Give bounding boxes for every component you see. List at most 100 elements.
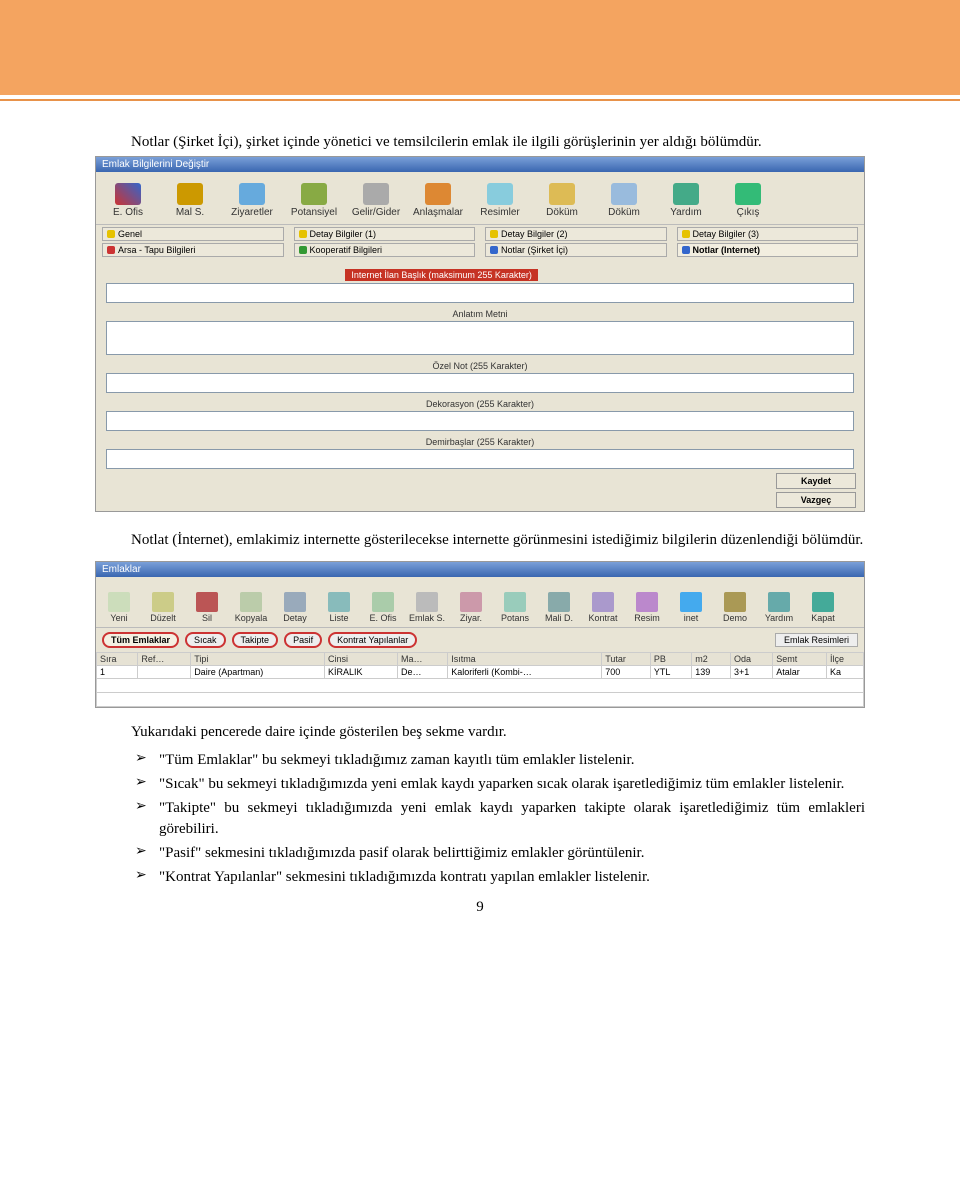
tbtn-gelirgider[interactable]: Gelir/Gider <box>346 176 406 220</box>
btn-kapat[interactable]: Kapat <box>801 581 845 623</box>
tbtn-cikis[interactable]: Çıkış <box>718 176 778 220</box>
input-dekorasyon[interactable] <box>106 411 854 431</box>
grid-blank-row <box>97 678 864 692</box>
btn-liste[interactable]: Liste <box>317 581 361 623</box>
col-ilce[interactable]: İlçe <box>826 652 863 665</box>
bullet-icon <box>299 246 307 254</box>
bullet-kontrat: "Kontrat Yapılanlar" sekmesini tıkladığı… <box>135 867 865 887</box>
tab-detay3[interactable]: Detay Bilgiler (3) <box>677 227 859 241</box>
tbtn-potansiyel[interactable]: Potansiyel <box>284 176 344 220</box>
input-ozelnot[interactable] <box>106 373 854 393</box>
bullet-icon <box>107 230 115 238</box>
col-tutar[interactable]: Tutar <box>602 652 651 665</box>
paragraph-2: Notlat (İnternet), emlakimiz internette … <box>95 530 865 550</box>
btn-emlaks[interactable]: Emlak S. <box>405 581 449 623</box>
data-grid: Sıra Ref… Tipi Cinsi Ma… Isıtma Tutar PB… <box>96 652 864 707</box>
col-isitma[interactable]: Isıtma <box>448 652 602 665</box>
tab-notlar-sirket[interactable]: Notlar (Şirket İçi) <box>485 243 667 257</box>
col-m2[interactable]: m2 <box>692 652 731 665</box>
form-panel: Internet İlan Başlık (maksimum 255 Karak… <box>96 257 864 509</box>
page-number: 9 <box>95 899 865 916</box>
col-oda[interactable]: Oda <box>731 652 773 665</box>
col-pb[interactable]: PB <box>650 652 691 665</box>
tbtn-anlasmalar[interactable]: Anlaşmalar <box>408 176 468 220</box>
yeni-icon <box>108 592 130 612</box>
btn-yeni[interactable]: Yeni <box>97 581 141 623</box>
tabs-row-2: Arsa - Tapu Bilgileri Kooperatif Bilgile… <box>96 241 864 257</box>
ftab-tumemlak[interactable]: Tüm Emlaklar <box>102 632 179 648</box>
tab-detay1[interactable]: Detay Bilgiler (1) <box>294 227 476 241</box>
col-semt[interactable]: Semt <box>773 652 827 665</box>
tab-arsa-tapu[interactable]: Arsa - Tapu Bilgileri <box>102 243 284 257</box>
bullet-sicak: "Sıcak" bu sekmeyi tıkladığımızda yeni e… <box>135 774 865 794</box>
side-label-resimler: Emlak Resimleri <box>775 633 858 647</box>
liste-icon <box>328 592 350 612</box>
duzelt-icon <box>152 592 174 612</box>
tbtn-ziyaretler[interactable]: Ziyaretler <box>222 176 282 220</box>
btn-sil[interactable]: Sil <box>185 581 229 623</box>
tbtn-dokum2[interactable]: Döküm <box>594 176 654 220</box>
btn-duzelt[interactable]: Düzelt <box>141 581 185 623</box>
input-anlatim[interactable] <box>106 321 854 355</box>
col-cinsi[interactable]: Cinsi <box>324 652 397 665</box>
btn-yardim2[interactable]: Yardım <box>757 581 801 623</box>
gelirgider-icon <box>363 183 389 205</box>
btn-detay[interactable]: Detay <box>273 581 317 623</box>
tbtn-resimler[interactable]: Resimler <box>470 176 530 220</box>
yardim-icon <box>768 592 790 612</box>
ftab-takipte[interactable]: Takipte <box>232 632 279 648</box>
tab-detay2[interactable]: Detay Bilgiler (2) <box>485 227 667 241</box>
tab-genel[interactable]: Genel <box>102 227 284 241</box>
ftab-sicak[interactable]: Sıcak <box>185 632 226 648</box>
tab-notlar-internet[interactable]: Notlar (Internet) <box>677 243 859 257</box>
ziyar-icon <box>460 592 482 612</box>
bullet-icon <box>682 230 690 238</box>
col-sira[interactable]: Sıra <box>97 652 138 665</box>
bullet-tum-emlaklar: "Tüm Emlaklar" bu sekmeyi tıkladığımız z… <box>135 750 865 770</box>
tbtn-dokum1[interactable]: Döküm <box>532 176 592 220</box>
btn-demo[interactable]: Demo <box>713 581 757 623</box>
btn-malid[interactable]: Mali D. <box>537 581 581 623</box>
eofis-icon <box>115 183 141 205</box>
btn-kopyala[interactable]: Kopyala <box>229 581 273 623</box>
label-dekorasyon: Dekorasyon (255 Karakter) <box>106 399 854 409</box>
btn-resim[interactable]: Resim <box>625 581 669 623</box>
bullet-icon <box>490 230 498 238</box>
screenshot-emlak-bilgileri: Emlak Bilgilerini Değiştir E. Ofis Mal S… <box>95 156 865 512</box>
malid-icon <box>548 592 570 612</box>
btn-potans[interactable]: Potans <box>493 581 537 623</box>
tbtn-eofis[interactable]: E. Ofis <box>98 176 158 220</box>
col-tipi[interactable]: Tipi <box>191 652 325 665</box>
tbtn-yardim[interactable]: Yardım <box>656 176 716 220</box>
col-ma[interactable]: Ma… <box>398 652 448 665</box>
kapat-icon <box>812 592 834 612</box>
sil-icon <box>196 592 218 612</box>
tbtn-mals[interactable]: Mal S. <box>160 176 220 220</box>
input-internet-baslik[interactable] <box>106 283 854 303</box>
btn-inet[interactable]: inet <box>669 581 713 623</box>
btn-ziyar[interactable]: Ziyar. <box>449 581 493 623</box>
btn-eofis2[interactable]: E. Ofis <box>361 581 405 623</box>
col-ref[interactable]: Ref… <box>138 652 191 665</box>
ftab-kontrat[interactable]: Kontrat Yapılanlar <box>328 632 417 648</box>
paragraph-3: Yukarıdaki pencerede daire içinde göster… <box>95 722 865 742</box>
save-button[interactable]: Kaydet <box>776 473 856 489</box>
form-side-buttons: Kaydet Vazgeç <box>776 473 856 511</box>
emlaks-icon <box>416 592 438 612</box>
ziyaretler-icon <box>239 183 265 205</box>
label-ozelnot: Özel Not (255 Karakter) <box>106 361 854 371</box>
input-demirbaslar[interactable] <box>106 449 854 469</box>
yardim-icon <box>673 183 699 205</box>
label-internet-baslik: Internet İlan Başlık (maksimum 255 Karak… <box>345 269 538 281</box>
grid-row-1[interactable]: 1 Daire (Apartman) KİRALIK De… Kalorifer… <box>97 665 864 678</box>
bullet-takipte: "Takipte" bu sekmeyi tıkladığımızda yeni… <box>135 798 865 839</box>
bullet-icon <box>107 246 115 254</box>
cancel-button[interactable]: Vazgeç <box>776 492 856 508</box>
ftab-pasif[interactable]: Pasif <box>284 632 322 648</box>
bullet-icon <box>299 230 307 238</box>
window-title-2: Emlaklar <box>96 562 864 577</box>
btn-kontrat[interactable]: Kontrat <box>581 581 625 623</box>
tab-kooperatif[interactable]: Kooperatif Bilgileri <box>294 243 476 257</box>
paragraph-1: Notlar (Şirket İçi), şirket içinde yönet… <box>95 132 865 152</box>
label-demirbaslar: Demirbaşlar (255 Karakter) <box>106 437 854 447</box>
